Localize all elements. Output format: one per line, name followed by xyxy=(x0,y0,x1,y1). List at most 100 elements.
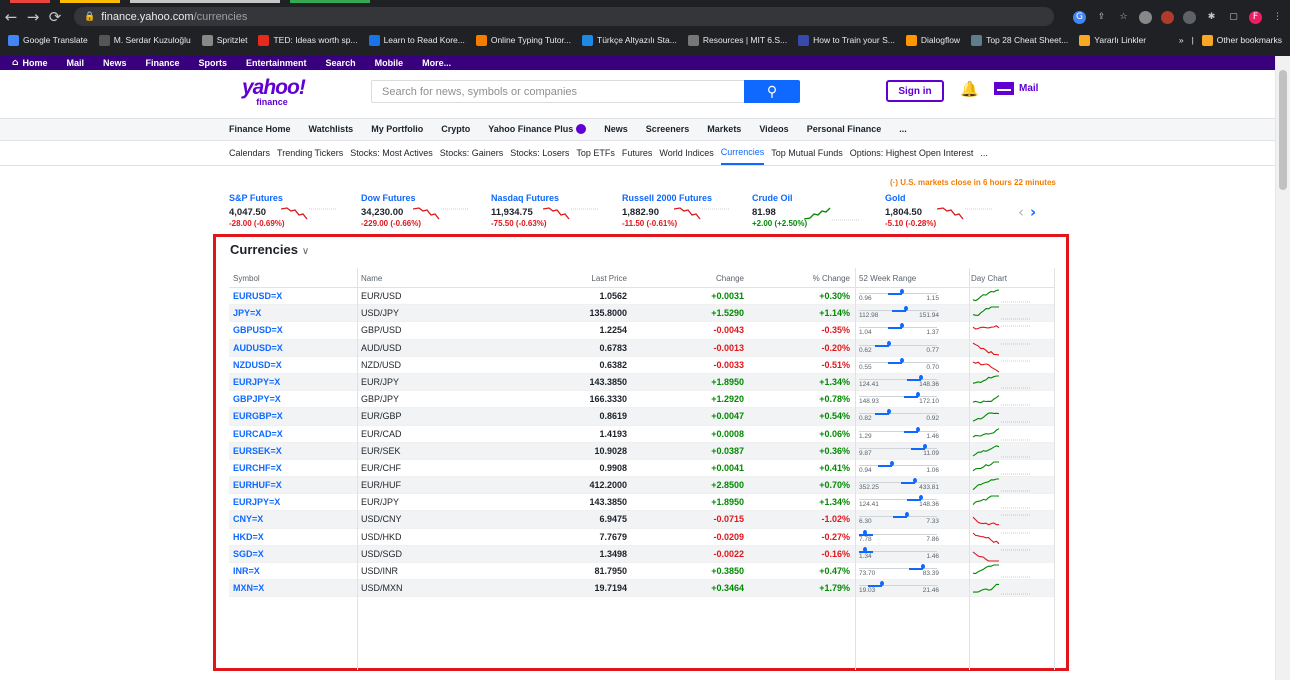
table-row[interactable]: EURUSD=X EUR/USD 1.0562 +0.0031 +0.30% 0.96 1.… xyxy=(229,288,1054,306)
table-row[interactable]: HKD=X USD/HKD 7.7679 -0.0209 -0.27% 7.78 7.86 xyxy=(229,529,1054,546)
reload-icon[interactable]: ⟳ xyxy=(44,8,66,26)
currency-symbol-link[interactable]: EURJPY=X xyxy=(233,497,280,507)
sub-nav-item[interactable]: World Indices xyxy=(659,141,713,165)
profile-avatar[interactable]: F xyxy=(1249,10,1262,24)
main-nav-item[interactable]: ... xyxy=(899,124,907,134)
global-nav-mail[interactable]: Mail xyxy=(66,58,84,68)
bookmark-item[interactable]: Yararlı Linkler xyxy=(1079,34,1146,46)
chevron-right-icon[interactable]: › xyxy=(1030,203,1036,221)
sign-in-button[interactable]: Sign in xyxy=(886,80,944,102)
google-lens-icon[interactable]: G xyxy=(1073,10,1086,24)
main-nav-item[interactable]: My Portfolio xyxy=(371,124,423,134)
currency-symbol-link[interactable]: NZDUSD=X xyxy=(233,360,282,370)
url-bar[interactable]: 🔒 finance.yahoo.com/currencies xyxy=(74,7,1054,26)
table-row[interactable]: EURHUF=X EUR/HUF 412.2000 +2.8500 +0.70% 352.… xyxy=(229,477,1054,495)
bookmark-item[interactable]: How to Train your S... xyxy=(798,34,895,46)
search-input[interactable]: Search for news, symbols or companies xyxy=(371,80,744,103)
global-nav-entertainment[interactable]: Entertainment xyxy=(246,58,307,68)
table-row[interactable]: EURSEK=X EUR/SEK 10.9028 +0.0387 +0.36% 9.87 1… xyxy=(229,442,1054,460)
extension-icon[interactable] xyxy=(1139,10,1152,24)
table-row[interactable]: EURCAD=X EUR/CAD 1.4193 +0.0008 +0.06% 1.29 1.… xyxy=(229,426,1054,443)
sub-nav-item[interactable]: Calendars xyxy=(229,141,270,165)
bookmark-item[interactable]: M. Serdar Kuzuloğlu xyxy=(98,34,191,46)
share-icon[interactable]: ⇪ xyxy=(1095,11,1108,24)
currency-symbol-link[interactable]: CNY=X xyxy=(233,514,263,524)
col-symbol[interactable]: Symbol xyxy=(233,274,260,283)
main-nav-item[interactable]: News xyxy=(604,124,628,134)
bookmark-item[interactable]: Learn to Read Kore... xyxy=(368,34,465,46)
scrollbar-thumb[interactable] xyxy=(1279,70,1287,190)
ticker-card[interactable]: Crude Oil 81.98 +2.00 (+2.50%) xyxy=(752,193,872,229)
sub-nav-item[interactable]: ... xyxy=(980,141,988,165)
currency-symbol-link[interactable]: AUDUSD=X xyxy=(233,343,283,353)
currency-symbol-link[interactable]: EURHUF=X xyxy=(233,480,282,490)
global-nav-search[interactable]: Search xyxy=(326,58,356,68)
currency-symbol-link[interactable]: MXN=X xyxy=(233,583,264,593)
bookmark-item[interactable]: TED: Ideas worth sp... xyxy=(258,34,358,46)
main-nav-item[interactable]: Crypto xyxy=(441,124,470,134)
currency-symbol-link[interactable]: JPY=X xyxy=(233,308,261,318)
main-nav-item[interactable]: Personal Finance xyxy=(807,124,882,134)
currency-symbol-link[interactable]: GBPJPY=X xyxy=(233,394,281,404)
currency-symbol-link[interactable]: SGD=X xyxy=(233,549,264,559)
sub-nav-item[interactable]: Currencies xyxy=(720,141,765,165)
puzzle-icon[interactable]: ✱ xyxy=(1205,11,1218,24)
main-nav-item[interactable]: Watchlists xyxy=(309,124,354,134)
currency-symbol-link[interactable]: HKD=X xyxy=(233,532,264,542)
col-pct-change[interactable]: % Change xyxy=(813,274,850,283)
table-row[interactable]: NZDUSD=X NZD/USD 0.6382 -0.0033 -0.51% 0.55 0.… xyxy=(229,357,1054,374)
ticker-card[interactable]: Dow Futures 34,230.00 -229.00 (-0.66%) xyxy=(361,193,481,229)
global-nav-home[interactable]: ⌂ Home xyxy=(12,58,47,68)
bookmark-item[interactable]: Türkçe Altyazılı Sta... xyxy=(582,34,677,46)
sidepanel-icon[interactable]: ▢ xyxy=(1227,11,1240,24)
global-nav-finance[interactable]: Finance xyxy=(146,58,180,68)
menu-dots-icon[interactable]: ⋮ xyxy=(1271,11,1284,24)
ticker-card[interactable]: Russell 2000 Futures 1,882.90 -11.50 (-0.6… xyxy=(622,193,742,229)
sub-nav-item[interactable]: Trending Tickers xyxy=(277,141,343,165)
table-row[interactable]: INR=X USD/INR 81.7950 +0.3850 +0.47% 73.70 83.… xyxy=(229,563,1054,581)
currency-symbol-link[interactable]: GBPUSD=X xyxy=(233,325,283,335)
table-row[interactable]: EURGBP=X EUR/GBP 0.8619 +0.0047 +0.54% 0.82 0.… xyxy=(229,408,1054,426)
bookmarks-overflow-icon[interactable]: » xyxy=(1179,35,1184,45)
col-name[interactable]: Name xyxy=(361,274,382,283)
star-icon[interactable]: ☆ xyxy=(1117,11,1130,24)
currency-symbol-link[interactable]: EURJPY=X xyxy=(233,377,280,387)
global-nav-more[interactable]: More... xyxy=(422,58,451,68)
currency-symbol-link[interactable]: EURUSD=X xyxy=(233,291,282,301)
chevron-left-icon[interactable]: ‹ xyxy=(1018,203,1024,221)
currencies-title[interactable]: Currencies ∨ xyxy=(230,242,309,257)
ticker-card[interactable]: Gold 1,804.50 -5.10 (-0.28%) xyxy=(885,193,1005,229)
table-row[interactable]: GBPUSD=X GBP/USD 1.2254 -0.0043 -0.35% 1.04 1.… xyxy=(229,322,1054,340)
table-row[interactable]: EURJPY=X EUR/JPY 143.3850 +1.8950 +1.34% 124.… xyxy=(229,373,1054,392)
main-nav-item[interactable]: Videos xyxy=(759,124,788,134)
currency-symbol-link[interactable]: EURCAD=X xyxy=(233,429,283,439)
col-change[interactable]: Change xyxy=(716,274,744,283)
table-row[interactable]: SGD=X USD/SGD 1.3498 -0.0022 -0.16% 1.34 1.46 xyxy=(229,545,1054,563)
back-icon[interactable]: ← xyxy=(0,8,22,26)
search-button[interactable]: ⚲ xyxy=(744,80,800,103)
currency-symbol-link[interactable]: EURSEK=X xyxy=(233,446,282,456)
ticker-card[interactable]: Nasdaq Futures 11,934.75 -75.50 (-0.63%) xyxy=(491,193,611,229)
yahoo-finance-logo[interactable]: yahoo! finance xyxy=(242,77,306,108)
table-row[interactable]: JPY=X USD/JPY 135.8000 +1.5290 +1.14% 112.98 1… xyxy=(229,305,1054,323)
other-bookmarks[interactable]: Other bookmarks xyxy=(1201,34,1282,46)
sub-nav-item[interactable]: Futures xyxy=(622,141,653,165)
global-nav-mobile[interactable]: Mobile xyxy=(375,58,404,68)
extension-icon[interactable] xyxy=(1183,10,1196,24)
table-row[interactable]: CNY=X USD/CNY 6.9475 -0.0715 -1.02% 6.30 7.33 xyxy=(229,511,1054,529)
sub-nav-item[interactable]: Top ETFs xyxy=(576,141,615,165)
bookmark-item[interactable]: Google Translate xyxy=(8,34,88,46)
page-scrollbar[interactable] xyxy=(1275,56,1290,680)
mail-link[interactable]: Mail xyxy=(994,82,1038,95)
bookmark-item[interactable]: Resources | MIT 6.S... xyxy=(687,34,787,46)
currency-symbol-link[interactable]: EURCHF=X xyxy=(233,463,282,473)
forward-icon[interactable]: → xyxy=(22,8,44,26)
ticker-card[interactable]: S&P Futures 4,047.50 -28.00 (-0.69%) xyxy=(229,193,349,229)
extension-badge-icon[interactable] xyxy=(1161,10,1174,24)
bookmark-item[interactable]: Top 28 Cheat Sheet... xyxy=(971,34,1068,46)
bookmark-item[interactable]: Online Typing Tutor... xyxy=(475,34,571,46)
global-nav-news[interactable]: News xyxy=(103,58,127,68)
table-row[interactable]: AUDUSD=X AUD/USD 0.6783 -0.0013 -0.20% 0.62 0.… xyxy=(229,339,1054,357)
bookmark-item[interactable]: Spritzlet xyxy=(201,34,247,46)
table-row[interactable]: GBPJPY=X GBP/JPY 166.3330 +1.2920 +0.78% 148.… xyxy=(229,391,1054,409)
